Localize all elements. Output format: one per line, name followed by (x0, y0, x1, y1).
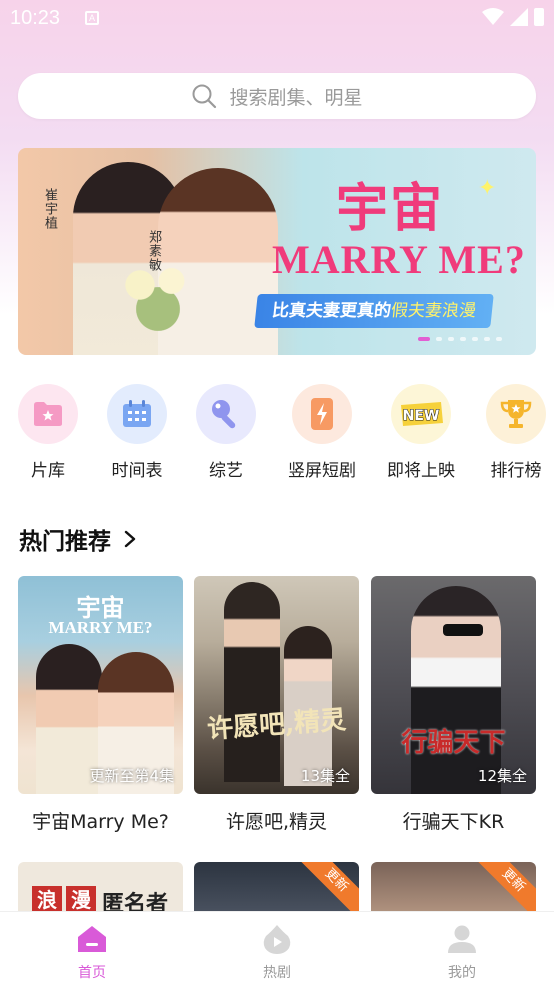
folder-star-icon (18, 384, 78, 444)
tab-label: 首页 (78, 965, 106, 981)
carousel-dot (418, 337, 430, 341)
carousel-dot (448, 337, 454, 341)
drama-card[interactable]: 浪 漫 匿名者 (18, 862, 183, 914)
episode-badge: 12集全 (477, 767, 527, 785)
carousel-dot (496, 337, 502, 341)
banner-title: 宇宙 (336, 179, 445, 239)
drama-poster: 行骗天下 12集全 (371, 576, 536, 794)
poster-actress-image (411, 586, 501, 794)
tab-profile[interactable]: 我的 (422, 924, 502, 982)
banner-actor2-name: 郑素敏 (146, 230, 161, 272)
drama-card[interactable]: 更新 (371, 862, 536, 914)
chevron-right-icon (124, 530, 136, 548)
bottom-tab-bar: 首页 热剧 我的 (0, 911, 554, 984)
banner-tagline: 比真夫妻更真的假夫妻浪漫 (254, 294, 494, 328)
drama-card[interactable]: 更新 (194, 862, 359, 914)
drama-poster: 许愿吧,精灵 13集全 (194, 576, 359, 794)
play-flame-icon (263, 925, 291, 954)
quick-nav-coming-soon[interactable]: NEW 即将上映 (381, 384, 461, 481)
new-badge-icon: NEW (391, 384, 451, 444)
tab-home[interactable]: 首页 (52, 924, 132, 982)
drama-title: 行骗天下KR (402, 811, 505, 833)
drama-card[interactable]: 许愿吧,精灵 13集全 许愿吧,精灵 (194, 576, 359, 834)
drama-card[interactable]: 行骗天下 12集全 行骗天下KR (371, 576, 536, 834)
quick-nav-schedule[interactable]: 时间表 (97, 384, 177, 481)
carousel-dot (484, 337, 490, 341)
quick-nav-label: 片库 (31, 461, 65, 481)
drama-title: 宇宙Marry Me? (32, 811, 169, 833)
hot-section-header[interactable]: 热门推荐 (19, 522, 139, 556)
drama-card[interactable]: 宇宙 MARRY ME? 更新至第4集 宇宙Marry Me? (18, 576, 183, 834)
poster-title-en: MARRY ME? (48, 618, 153, 637)
status-time: 10:23 (10, 7, 61, 29)
user-icon (448, 925, 476, 953)
quick-nav-library[interactable]: 片库 (8, 384, 88, 481)
carousel-indicator (418, 337, 502, 341)
quick-nav-label: 即将上映 (387, 461, 455, 481)
poster-title: 浪 (32, 886, 62, 914)
carousel-dot (472, 337, 478, 341)
banner-title-en: MARRY ME? (272, 237, 526, 282)
quick-nav-label: 竖屏短剧 (288, 461, 356, 481)
poster-title: 行骗天下 (401, 728, 506, 758)
poster-title: 许愿吧,精灵 (206, 705, 348, 745)
poster-actor-image (224, 582, 280, 782)
update-ribbon: 更新 (296, 862, 359, 914)
banner-tagline-highlight: 假夫妻浪漫 (389, 301, 478, 321)
episode-badge: 13集全 (300, 767, 350, 785)
tab-hot-drama[interactable]: 热剧 (237, 924, 317, 982)
drama-poster: 宇宙 MARRY ME? 更新至第4集 (18, 576, 183, 794)
update-ribbon: 更新 (473, 862, 536, 914)
banner-tagline-prefix: 比真夫妻更真的 (270, 301, 393, 321)
quick-nav-short-drama[interactable]: 竖屏短剧 (282, 384, 362, 481)
quick-nav-label: 综艺 (209, 461, 243, 481)
quick-nav-label: 排行榜 (490, 461, 542, 481)
signal-icon (510, 8, 528, 26)
svg-text:NEW: NEW (403, 408, 440, 424)
wifi-icon (482, 8, 504, 25)
quick-nav-label: 时间表 (111, 461, 163, 481)
episode-badge: 更新至第4集 (89, 767, 174, 785)
magic-wand-icon (196, 384, 256, 444)
tab-label: 我的 (448, 965, 476, 981)
sunglasses-image (443, 624, 483, 636)
trophy-icon (486, 384, 546, 444)
tab-label: 热剧 (263, 965, 291, 981)
poster-title: 匿名者 (102, 892, 169, 914)
status-bar: 10:23 A (0, 0, 554, 40)
carousel-dot (436, 337, 442, 341)
battery-icon (534, 8, 544, 26)
search-placeholder: 搜索剧集、明星 (229, 86, 363, 109)
notification-icon: A (85, 11, 99, 25)
quick-nav: 片库 时间表 综艺 竖屏短剧 NEW 即将上映 排行榜 (0, 384, 554, 484)
hero-banner[interactable]: 崔宇植 郑素敏 ✦ 宇宙 MARRY ME? 比真夫妻更真的假夫妻浪漫 (18, 148, 536, 355)
home-icon (78, 926, 106, 952)
phone-bolt-icon (292, 384, 352, 444)
sparkle-icon: ✦ (478, 176, 497, 201)
quick-nav-ranking[interactable]: 排行榜 (476, 384, 554, 481)
poster-title: 漫 (66, 886, 96, 914)
section-title: 热门推荐 (19, 529, 111, 555)
carousel-dot (460, 337, 466, 341)
banner-actor1-name: 崔宇植 (42, 188, 57, 230)
quick-nav-variety[interactable]: 综艺 (186, 384, 266, 481)
calendar-icon (107, 384, 167, 444)
search-bar[interactable]: 搜索剧集、明星 (18, 73, 536, 119)
search-icon (192, 84, 217, 109)
status-icons (482, 8, 544, 26)
drama-title: 许愿吧,精灵 (225, 811, 328, 833)
